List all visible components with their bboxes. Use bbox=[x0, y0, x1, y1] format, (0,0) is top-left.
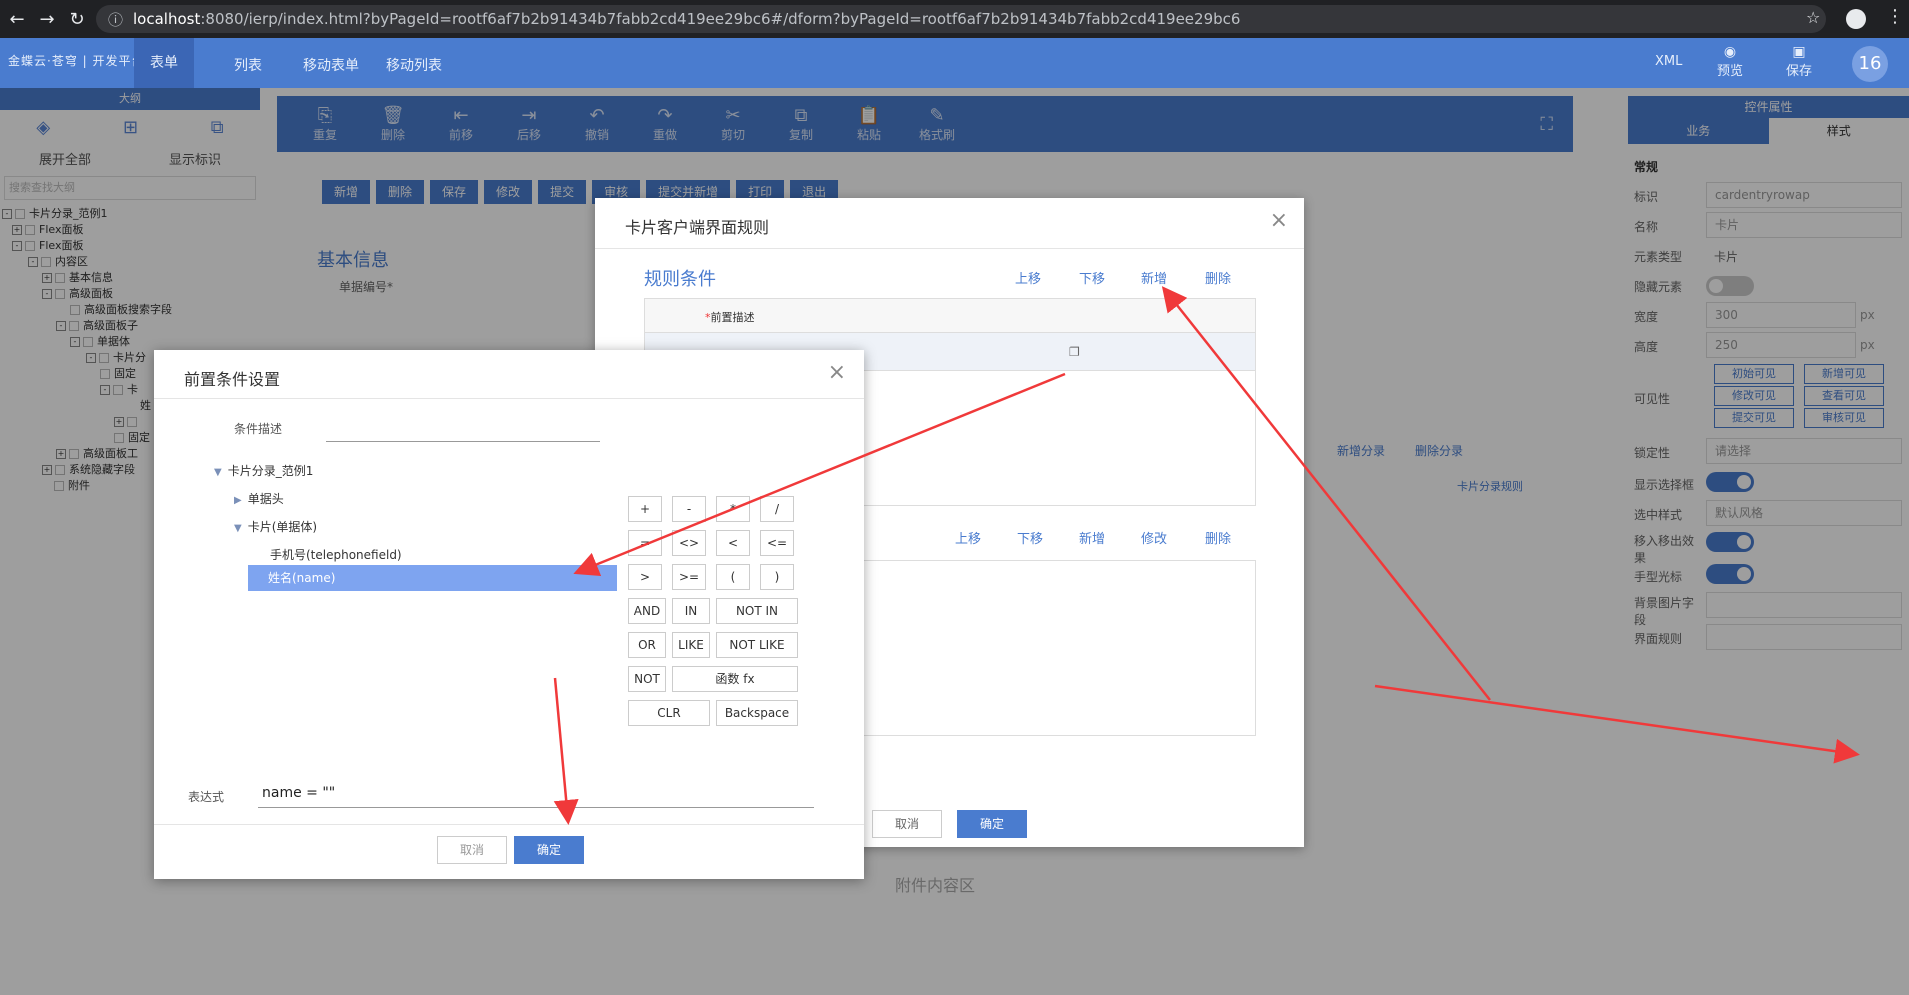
op-minus[interactable]: - bbox=[672, 496, 706, 522]
account-icon[interactable] bbox=[1846, 9, 1866, 29]
rule-dialog-title: 卡片客户端界面规则 bbox=[625, 218, 770, 237]
op-not[interactable]: NOT bbox=[628, 666, 666, 692]
caret-down-icon: ▼ bbox=[214, 467, 222, 478]
col-front-desc: *前置描述 bbox=[705, 311, 755, 324]
op-not-equal[interactable]: <> bbox=[672, 530, 706, 556]
tree-card[interactable]: ▼ 卡片(单据体) bbox=[234, 518, 317, 535]
tree-phone[interactable]: 手机号(telephonefield) bbox=[270, 546, 402, 563]
rule-ok-button[interactable]: 确定 bbox=[957, 810, 1027, 838]
op-greater[interactable]: > bbox=[628, 564, 662, 590]
op-less[interactable]: < bbox=[716, 530, 750, 556]
app-header: 金蝶云·苍穹 | 开发平台 表单 列表 移动表单 移动列表 XML ◉ 预览 ▣ 保… bbox=[0, 38, 1909, 88]
tab-mobile-list[interactable]: 移动列表 bbox=[386, 55, 442, 75]
fc-dialog-title: 前置条件设置 bbox=[184, 370, 281, 389]
xml-button[interactable]: XML bbox=[1655, 54, 1682, 69]
bookmark-star-icon[interactable]: ☆ bbox=[1806, 8, 1820, 27]
op-and[interactable]: AND bbox=[628, 598, 666, 624]
rule-condition-title: 规则条件 bbox=[644, 269, 716, 290]
op-not-like[interactable]: NOT LIKE bbox=[716, 632, 798, 658]
op-like[interactable]: LIKE bbox=[672, 632, 710, 658]
address-bar[interactable]: ⓘ localhost:8080/ierp/index.html?byPageI… bbox=[96, 5, 1826, 33]
caret-down-icon: ▼ bbox=[234, 523, 242, 534]
tab-list[interactable]: 列表 bbox=[234, 55, 262, 75]
op-divide[interactable]: / bbox=[760, 496, 794, 522]
expr-label: 表达式 bbox=[188, 790, 225, 804]
op-not-in[interactable]: NOT IN bbox=[716, 598, 798, 624]
preview-label: 预览 bbox=[1717, 64, 1744, 79]
url-path: :8080/ierp/index.html?byPageId=rootf6af7… bbox=[200, 10, 1241, 28]
move-down-link-2[interactable]: 下移 bbox=[1017, 528, 1043, 547]
move-down-link[interactable]: 下移 bbox=[1079, 268, 1105, 287]
tab-mobile-form[interactable]: 移动表单 bbox=[303, 55, 359, 75]
caret-right-icon: ▶ bbox=[234, 495, 242, 506]
fc-cancel-button[interactable]: 取消 bbox=[437, 836, 507, 864]
op-plus[interactable]: + bbox=[628, 496, 662, 522]
op-less-equal[interactable]: <= bbox=[760, 530, 794, 556]
menu-icon[interactable]: ⋮ bbox=[1886, 6, 1904, 27]
move-up-link[interactable]: 上移 bbox=[1015, 268, 1041, 287]
close-icon[interactable]: × bbox=[1270, 208, 1288, 233]
user-avatar[interactable]: 16 bbox=[1852, 46, 1888, 82]
rule-cancel-button[interactable]: 取消 bbox=[872, 810, 942, 838]
preview-button[interactable]: ◉ 预览 bbox=[1717, 44, 1743, 79]
url-host: localhost bbox=[133, 10, 201, 28]
front-condition-dialog: 前置条件设置 × 条件描述 ▼ 卡片分录_范例1 ▶ 单据头 ▼ 卡片(单据体) 手机… bbox=[154, 350, 864, 879]
op-or[interactable]: OR bbox=[628, 632, 666, 658]
forward-icon[interactable]: → bbox=[34, 9, 60, 30]
delete-link[interactable]: 删除 bbox=[1205, 268, 1231, 287]
eye-icon: ◉ bbox=[1723, 44, 1737, 60]
tab-form[interactable]: 表单 bbox=[134, 38, 194, 88]
save-label: 保存 bbox=[1786, 64, 1813, 79]
cond-desc-input[interactable] bbox=[326, 420, 600, 442]
browser-bar: ← → ↻ ⓘ localhost:8080/ierp/index.html?b… bbox=[0, 0, 1909, 38]
expression-underline bbox=[258, 786, 814, 808]
op-backspace[interactable]: Backspace bbox=[716, 700, 798, 726]
op-clear[interactable]: CLR bbox=[628, 700, 710, 726]
edit-icon[interactable]: ❐ bbox=[1069, 345, 1080, 359]
op-in[interactable]: IN bbox=[672, 598, 710, 624]
tree-root[interactable]: ▼ 卡片分录_范例1 bbox=[214, 462, 313, 479]
op-multiply[interactable]: * bbox=[716, 496, 750, 522]
reload-icon[interactable]: ↻ bbox=[64, 9, 90, 30]
op-lparen[interactable]: ( bbox=[716, 564, 750, 590]
op-function[interactable]: 函数 fx bbox=[672, 666, 798, 692]
fc-ok-button[interactable]: 确定 bbox=[514, 836, 584, 864]
op-rparen[interactable]: ) bbox=[760, 564, 794, 590]
info-icon[interactable]: ⓘ bbox=[108, 9, 123, 30]
cond-desc-label: 条件描述 bbox=[234, 422, 283, 436]
delete-link-2[interactable]: 删除 bbox=[1205, 528, 1231, 547]
tree-name-selected[interactable]: 姓名(name) bbox=[248, 565, 617, 591]
op-equal[interactable]: = bbox=[628, 530, 662, 556]
close-icon[interactable]: × bbox=[828, 360, 846, 385]
tree-head[interactable]: ▶ 单据头 bbox=[234, 490, 284, 507]
save-button[interactable]: ▣ 保存 bbox=[1786, 44, 1812, 79]
add-link-2[interactable]: 新增 bbox=[1079, 528, 1105, 547]
move-up-link-2[interactable]: 上移 bbox=[955, 528, 981, 547]
op-greater-equal[interactable]: >= bbox=[672, 564, 706, 590]
save-icon: ▣ bbox=[1792, 44, 1806, 60]
add-link[interactable]: 新增 bbox=[1141, 268, 1167, 287]
app-logo: 金蝶云·苍穹 | 开发平台 bbox=[8, 54, 145, 68]
back-icon[interactable]: ← bbox=[4, 9, 30, 30]
edit-link-2[interactable]: 修改 bbox=[1141, 528, 1167, 547]
